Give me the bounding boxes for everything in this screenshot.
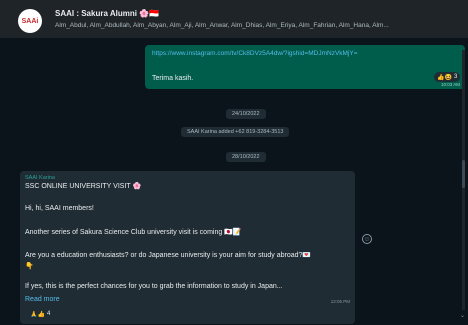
group-title: SAAI : Sakura Alumni 🌸🇮🇩 bbox=[55, 9, 160, 18]
message-link[interactable]: https://www.instagram.com/tv/Ck8DVz5A4dw… bbox=[152, 50, 358, 57]
message-title: SSC ONLINE UNIVERSITY VISIT 🌸 bbox=[25, 183, 142, 190]
message-time: 12:05 PM bbox=[330, 299, 350, 304]
reaction-bar[interactable]: 👍😆 3 bbox=[434, 72, 461, 82]
date-divider: 24/10/2022 bbox=[226, 109, 266, 119]
reaction-count: 4 bbox=[46, 311, 51, 317]
scroll-down-icon[interactable]: ⌄ bbox=[460, 312, 465, 319]
date-divider: 28/10/2022 bbox=[226, 152, 266, 162]
reaction-bar[interactable]: 🙏👍 4 bbox=[27, 309, 54, 319]
message-time: 10:03 AM bbox=[440, 82, 460, 87]
message-line: 👇 bbox=[25, 263, 34, 270]
message-line: If yes, this is the perfect chances for … bbox=[25, 283, 283, 290]
message-line: Another series of Sakura Science Club un… bbox=[25, 229, 242, 236]
group-members: Alm_Abdul, Alm_Abdullah, Alm_Abyan, Alm_… bbox=[55, 22, 389, 29]
reaction-emojis: 🙏👍 bbox=[30, 311, 45, 318]
scrollbar-thumb[interactable] bbox=[462, 160, 465, 188]
chat-header[interactable]: SAAi SAAI : Sakura Alumni 🌸🇮🇩 Alm_Abdul,… bbox=[0, 0, 468, 38]
outgoing-message[interactable]: https://www.instagram.com/tv/Ck8DVz5A4dw… bbox=[145, 45, 465, 89]
sender-name[interactable]: SAAI Karina bbox=[25, 175, 55, 181]
reaction-count: 3 bbox=[453, 74, 458, 80]
chat-window: SAAi SAAI : Sakura Alumni 🌸🇮🇩 Alm_Abdul,… bbox=[0, 0, 468, 325]
incoming-message[interactable]: SAAI Karina SSC ONLINE UNIVERSITY VISIT … bbox=[20, 171, 355, 324]
read-more-link[interactable]: Read more bbox=[25, 296, 60, 303]
message-text: Terima kasih. bbox=[152, 75, 194, 82]
scrollbar[interactable] bbox=[462, 50, 465, 310]
system-message: SAAI Karina added +62 819-3284-3513 bbox=[181, 127, 290, 137]
group-avatar[interactable]: SAAi bbox=[18, 9, 42, 33]
message-line: Are you a education enthusiasts? or do J… bbox=[25, 252, 312, 259]
message-line: Hi, hi, SAAI members! bbox=[25, 205, 94, 212]
reaction-emojis: 👍😆 bbox=[437, 74, 452, 81]
smiley-icon[interactable]: ☺ bbox=[362, 234, 372, 244]
